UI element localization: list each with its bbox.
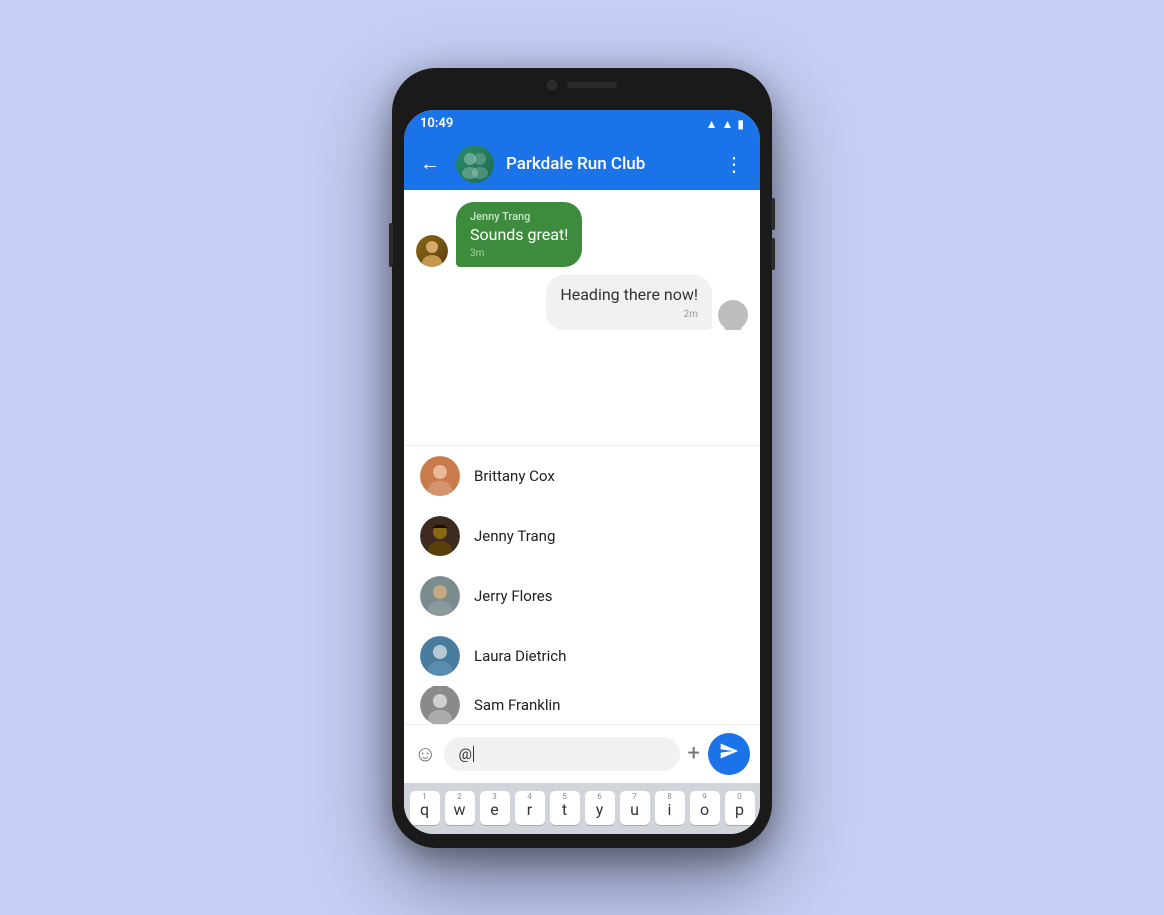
app-bar: ← Parkdale Run Club ⋮	[404, 138, 760, 190]
input-at-symbol: @	[458, 745, 471, 763]
outgoing-message-bubble: Heading there now! 2m	[546, 275, 712, 330]
outgoing-message-time: 2m	[560, 309, 698, 320]
volume-down-button[interactable]	[771, 238, 775, 270]
key-t[interactable]: 5 t	[550, 791, 580, 825]
messages-area: Jenny Trang Sounds great! 3m Heading the…	[404, 190, 760, 724]
incoming-message-bubble: Jenny Trang Sounds great! 3m	[456, 202, 582, 268]
key-u[interactable]: 7 u	[620, 791, 650, 825]
send-button[interactable]	[708, 733, 750, 775]
status-time: 10:49	[420, 116, 453, 131]
key-o[interactable]: 9 o	[690, 791, 720, 825]
mention-item-sam[interactable]: Sam Franklin	[404, 686, 760, 724]
incoming-message-row: Jenny Trang Sounds great! 3m	[404, 198, 760, 272]
signal-icon: ▲	[722, 117, 734, 131]
key-y[interactable]: 6 y	[585, 791, 615, 825]
mention-item-laura[interactable]: Laura Dietrich	[404, 626, 760, 686]
message-time: 3m	[470, 248, 568, 259]
key-r[interactable]: 4 r	[515, 791, 545, 825]
key-w[interactable]: 2 w	[445, 791, 475, 825]
laura-dietrich-name: Laura Dietrich	[474, 647, 566, 665]
keyboard-row-1: 1 q 2 w 3 e 4 r 5 t	[408, 791, 756, 825]
more-button[interactable]: ⋮	[720, 148, 748, 180]
mention-list: Brittany Cox Jenny Trang	[404, 445, 760, 724]
speaker	[567, 82, 617, 88]
key-e[interactable]: 3 e	[480, 791, 510, 825]
jenny-trang-name: Jenny Trang	[474, 527, 555, 545]
jenny-trang-mention-avatar	[420, 516, 460, 556]
status-icons: ▲ ▲ ▮	[706, 117, 744, 131]
sender-name: Jenny Trang	[470, 210, 568, 223]
phone-top-bar	[547, 80, 617, 90]
brittany-cox-name: Brittany Cox	[474, 467, 555, 485]
laura-dietrich-avatar	[420, 636, 460, 676]
phone-screen: 10:49 ▲ ▲ ▮ ← Par	[404, 110, 760, 834]
sam-franklin-avatar	[420, 686, 460, 724]
keyboard: 1 q 2 w 3 e 4 r 5 t	[404, 783, 760, 834]
outgoing-avatar	[718, 300, 748, 330]
back-button[interactable]: ←	[416, 147, 444, 180]
add-button[interactable]: +	[688, 741, 700, 766]
emoji-button[interactable]: ☺	[414, 741, 436, 767]
mention-item-brittany[interactable]: Brittany Cox	[404, 446, 760, 506]
message-text: Sounds great!	[470, 225, 568, 246]
key-p[interactable]: 0 p	[725, 791, 755, 825]
key-i[interactable]: 8 i	[655, 791, 685, 825]
volume-up-button[interactable]	[771, 198, 775, 230]
outgoing-message-text: Heading there now!	[560, 285, 698, 306]
battery-icon: ▮	[737, 117, 744, 131]
sam-franklin-name: Sam Franklin	[474, 696, 560, 714]
power-button[interactable]	[389, 223, 393, 267]
text-cursor	[473, 746, 474, 762]
send-icon	[719, 741, 739, 766]
group-avatar-image	[456, 145, 494, 183]
phone-device: 10:49 ▲ ▲ ▮ ← Par	[392, 68, 772, 848]
group-name: Parkdale Run Club	[506, 154, 708, 174]
mention-item-jenny[interactable]: Jenny Trang	[404, 506, 760, 566]
camera	[547, 80, 557, 90]
wifi-icon: ▲	[706, 117, 718, 131]
jerry-flores-name: Jerry Flores	[474, 587, 552, 605]
jerry-flores-avatar	[420, 576, 460, 616]
jenny-trang-avatar	[416, 235, 448, 267]
status-bar: 10:49 ▲ ▲ ▮	[404, 110, 760, 138]
key-q[interactable]: 1 q	[410, 791, 440, 825]
outgoing-message-row: Heading there now! 2m	[404, 271, 760, 334]
brittany-cox-avatar	[420, 456, 460, 496]
mention-item-jerry[interactable]: Jerry Flores	[404, 566, 760, 626]
input-bar: ☺ @ +	[404, 724, 760, 783]
group-avatar	[456, 145, 494, 183]
text-input-wrapper[interactable]: @	[444, 737, 679, 771]
